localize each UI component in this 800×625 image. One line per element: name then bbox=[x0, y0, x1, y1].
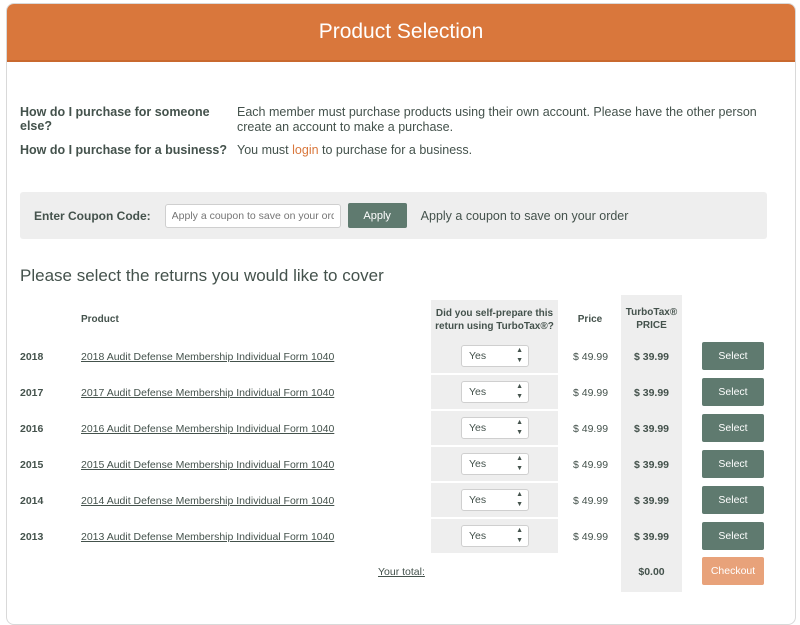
faq-answer: You must login to purchase for a busines… bbox=[237, 143, 760, 158]
apply-coupon-button[interactable]: Apply bbox=[347, 203, 407, 228]
self-prepare-select[interactable]: Yes ▲ ▼ bbox=[461, 417, 529, 439]
coupon-input[interactable] bbox=[164, 203, 341, 228]
coupon-hint: Apply a coupon to save on your order bbox=[420, 208, 629, 223]
page-header: Product Selection bbox=[7, 4, 795, 62]
faq-item-someone-else: How do I purchase for someone else? Each… bbox=[20, 105, 760, 135]
faq-question: How do I purchase for a business? bbox=[20, 143, 227, 157]
product-link[interactable]: 2017 Audit Defense Membership Individual… bbox=[81, 387, 334, 399]
row-price: $ 49.99 bbox=[573, 351, 609, 363]
row-turbotax-price: $ 39.99 bbox=[633, 387, 670, 399]
row-turbotax-price: $ 39.99 bbox=[633, 495, 670, 507]
page-title: Product Selection bbox=[318, 20, 484, 43]
row-year: 2014 bbox=[20, 495, 44, 507]
faq-answer-prefix: You must bbox=[237, 143, 293, 157]
table-row: 2018 2018 Audit Defense Membership Indivi… bbox=[0, 339, 788, 373]
updown-arrow-icon: ▲ ▼ bbox=[516, 491, 523, 508]
coupon-label: Enter Coupon Code: bbox=[34, 208, 151, 223]
select-button[interactable]: Select bbox=[702, 486, 764, 514]
select-button[interactable]: Select bbox=[702, 414, 764, 442]
updown-arrow-icon: ▲ ▼ bbox=[516, 347, 523, 364]
self-prepare-value: Yes bbox=[469, 386, 487, 398]
row-turbotax-price: $ 39.99 bbox=[633, 351, 670, 363]
header-self-prepare: Did you self-prepare this return using T… bbox=[431, 300, 558, 339]
faq-section: How do I purchase for someone else? Each… bbox=[20, 105, 760, 166]
faq-item-business: How do I purchase for a business? You mu… bbox=[20, 143, 760, 158]
total-value: $0.00 bbox=[638, 566, 665, 578]
row-year: 2018 bbox=[20, 351, 44, 363]
row-turbotax-price: $ 39.99 bbox=[633, 459, 670, 471]
product-link[interactable]: 2014 Audit Defense Membership Individual… bbox=[81, 495, 334, 507]
product-link[interactable]: 2013 Audit Defense Membership Individual… bbox=[81, 531, 334, 543]
row-turbotax-price: $ 39.99 bbox=[633, 423, 670, 435]
self-prepare-value: Yes bbox=[469, 458, 487, 470]
self-prepare-value: Yes bbox=[469, 530, 487, 542]
header-price: Price bbox=[577, 314, 603, 325]
select-button[interactable]: Select bbox=[702, 378, 764, 406]
self-prepare-cell: Yes ▲ ▼ bbox=[431, 483, 558, 517]
product-link[interactable]: 2018 Audit Defense Membership Individual… bbox=[81, 351, 334, 363]
self-prepare-cell: Yes ▲ ▼ bbox=[431, 519, 558, 553]
row-price: $ 49.99 bbox=[573, 459, 609, 471]
table-row: 2017 2017 Audit Defense Membership Indivi… bbox=[0, 375, 788, 409]
faq-answer: Each member must purchase products using… bbox=[237, 105, 757, 134]
self-prepare-cell: Yes ▲ ▼ bbox=[431, 339, 558, 373]
table-row: 2013 2013 Audit Defense Membership Indivi… bbox=[0, 519, 788, 553]
row-price: $ 49.99 bbox=[573, 495, 609, 507]
updown-arrow-icon: ▲ ▼ bbox=[516, 527, 523, 544]
table-row: 2016 2016 Audit Defense Membership Indivi… bbox=[0, 411, 788, 445]
row-year: 2017 bbox=[20, 387, 44, 399]
self-prepare-value: Yes bbox=[469, 350, 487, 362]
self-prepare-select[interactable]: Yes ▲ ▼ bbox=[461, 489, 529, 511]
row-price: $ 49.99 bbox=[573, 387, 609, 399]
row-year: 2013 bbox=[20, 531, 44, 543]
self-prepare-select[interactable]: Yes ▲ ▼ bbox=[461, 381, 529, 403]
header-product: Product bbox=[81, 314, 119, 325]
updown-arrow-icon: ▲ ▼ bbox=[516, 383, 523, 400]
select-button[interactable]: Select bbox=[702, 342, 764, 370]
self-prepare-value: Yes bbox=[469, 494, 487, 506]
select-button[interactable]: Select bbox=[702, 450, 764, 478]
row-year: 2015 bbox=[20, 459, 44, 471]
faq-answer-suffix: to purchase for a business. bbox=[318, 143, 473, 157]
login-link[interactable]: login bbox=[292, 143, 318, 157]
self-prepare-cell: Yes ▲ ▼ bbox=[431, 447, 558, 481]
section-title: Please select the returns you would like… bbox=[20, 266, 384, 285]
checkout-button[interactable]: Checkout bbox=[702, 557, 764, 585]
header-turbotax-price: TurboTax® PRICE bbox=[625, 307, 678, 331]
updown-arrow-icon: ▲ ▼ bbox=[516, 455, 523, 472]
row-price: $ 49.99 bbox=[573, 531, 609, 543]
self-prepare-value: Yes bbox=[469, 422, 487, 434]
table-row: 2014 2014 Audit Defense Membership Indivi… bbox=[0, 483, 788, 517]
coupon-bar: Enter Coupon Code: Apply Apply a coupon … bbox=[20, 192, 767, 239]
self-prepare-select[interactable]: Yes ▲ ▼ bbox=[461, 345, 529, 367]
table-row: 2015 2015 Audit Defense Membership Indivi… bbox=[0, 447, 788, 481]
self-prepare-select[interactable]: Yes ▲ ▼ bbox=[461, 525, 529, 547]
faq-question: How do I purchase for someone else? bbox=[20, 105, 210, 133]
total-label: Your total: bbox=[378, 566, 425, 578]
self-prepare-cell: Yes ▲ ▼ bbox=[431, 411, 558, 445]
product-link[interactable]: 2015 Audit Defense Membership Individual… bbox=[81, 459, 334, 471]
row-turbotax-price: $ 39.99 bbox=[633, 531, 670, 543]
self-prepare-select[interactable]: Yes ▲ ▼ bbox=[461, 453, 529, 475]
select-button[interactable]: Select bbox=[702, 522, 764, 550]
self-prepare-cell: Yes ▲ ▼ bbox=[431, 375, 558, 409]
row-price: $ 49.99 bbox=[573, 423, 609, 435]
product-link[interactable]: 2016 Audit Defense Membership Individual… bbox=[81, 423, 334, 435]
updown-arrow-icon: ▲ ▼ bbox=[516, 419, 523, 436]
row-year: 2016 bbox=[20, 423, 44, 435]
header-self-prepare-label: Did you self-prepare this return using T… bbox=[435, 308, 554, 332]
